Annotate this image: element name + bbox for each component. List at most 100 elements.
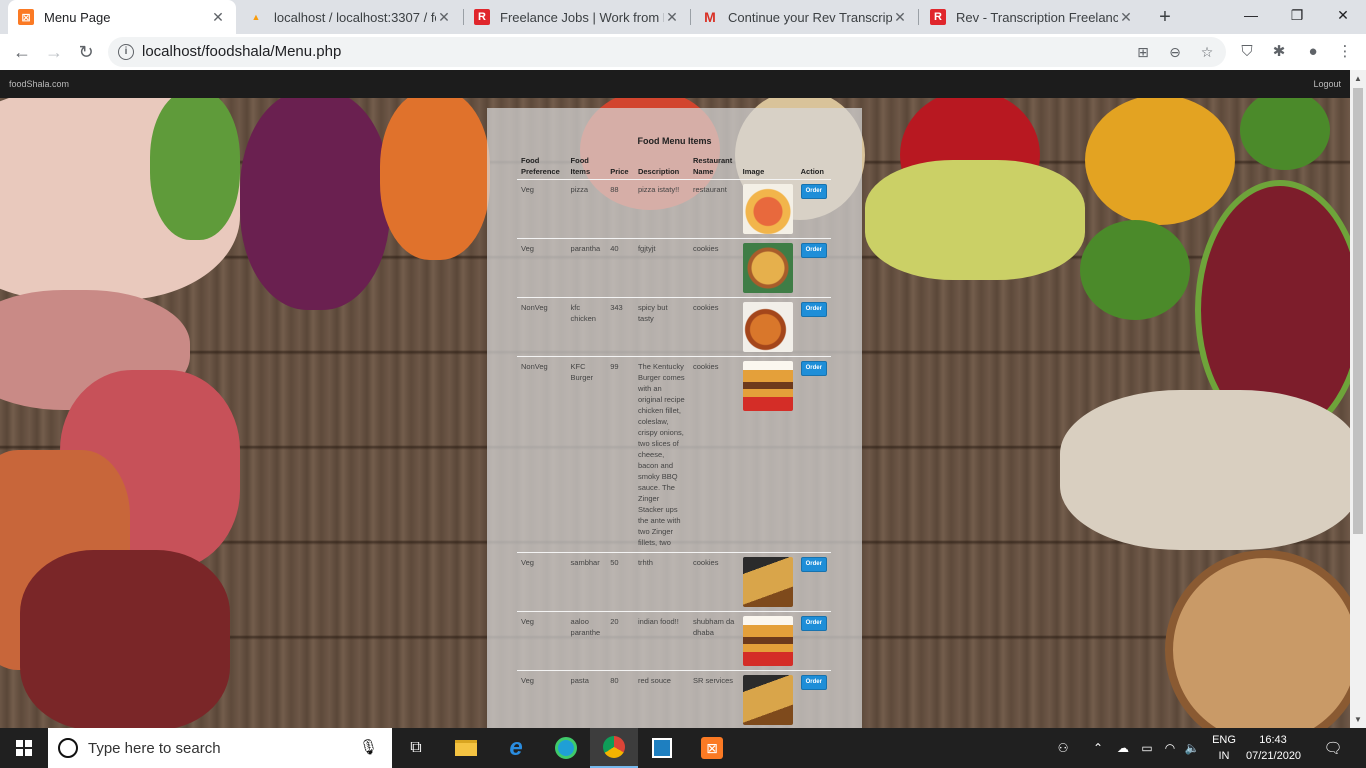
minimize-button[interactable]: — (1228, 0, 1274, 32)
close-icon[interactable]: ✕ (1118, 9, 1134, 26)
rice-image (1060, 390, 1350, 550)
reload-button[interactable]: ↻ (72, 38, 100, 66)
table-row: Veg pasta 80 red souce SR services Order (517, 670, 831, 728)
order-button[interactable]: Order (800, 557, 827, 572)
table-row: Veg sambhar 50 trhth cookies Order (517, 552, 831, 612)
taskbar-search-box[interactable]: Type here to search 🎙 (48, 728, 392, 768)
back-button[interactable]: ← (8, 38, 36, 66)
app-icon (652, 738, 672, 758)
chicken-food-image (742, 302, 793, 352)
shield-icon[interactable]: ⛉ (1236, 41, 1258, 63)
description-cell: pizza istaty!! (633, 179, 690, 239)
logout-link[interactable]: Logout (1313, 79, 1341, 89)
table-header-row: Food Preference Food Items Price Descrip… (517, 153, 831, 180)
food-preference-cell: Veg (517, 611, 567, 671)
internet-explorer-button[interactable]: e (492, 728, 540, 768)
bookmark-star-icon[interactable]: ☆ (1198, 43, 1216, 61)
site-brand-link[interactable]: foodShala.com (9, 79, 69, 89)
menu-table: Food Preference Food Items Price Descrip… (517, 153, 831, 728)
more-menu-icon[interactable]: ⋮ (1334, 41, 1356, 63)
order-button[interactable]: Order (800, 243, 827, 258)
address-bar[interactable]: i localhost/foodshala/Menu.php ⊞ ⊖ ☆ (108, 37, 1226, 67)
header-action: Action (800, 167, 824, 176)
restaurant-name-cell: cookies (689, 356, 739, 553)
price-cell: 99 (606, 356, 634, 553)
app-button[interactable] (638, 728, 686, 768)
description-cell: The Kentucky Burger comes with an origin… (633, 356, 690, 553)
close-icon[interactable]: ✕ (436, 9, 452, 26)
food-preference-cell: NonVeg (517, 297, 567, 357)
tab-rev-transcription[interactable]: R Rev - Transcription Freelancer A ✕ (920, 0, 1144, 34)
tab-separator (690, 9, 691, 25)
profile-avatar-icon[interactable]: ● (1302, 41, 1324, 63)
image-cell (738, 179, 797, 239)
onedrive-cloud-icon[interactable]: ☁ (1112, 728, 1134, 768)
people-icon[interactable]: ⚇ (1052, 728, 1074, 768)
cortana-icon (58, 738, 78, 758)
tab-phpmyadmin[interactable]: ▲ localhost / localhost:3307 / foo ✕ (238, 0, 462, 34)
maximize-button[interactable]: ❐ (1274, 0, 1320, 32)
price-cell: 80 (606, 670, 634, 728)
scroll-up-arrow-icon[interactable]: ▲ (1354, 74, 1362, 83)
tab-gmail[interactable]: M Continue your Rev Transcriptio ✕ (692, 0, 918, 34)
info-icon[interactable]: i (118, 44, 134, 60)
start-button[interactable] (0, 728, 48, 768)
food-item-cell: aaloo paranthe (566, 611, 607, 671)
edge-button[interactable] (542, 728, 590, 768)
rev-icon: R (474, 9, 490, 25)
battery-icon[interactable]: ▭ (1138, 728, 1156, 768)
order-button[interactable]: Order (800, 675, 827, 690)
close-icon[interactable]: ✕ (892, 9, 908, 26)
image-cell (738, 238, 797, 298)
action-cell: Order (796, 238, 831, 298)
search-placeholder: Type here to search (88, 740, 221, 757)
close-icon[interactable]: ✕ (210, 9, 226, 26)
page-viewport: foodShala.com Logout Food Menu Items Foo… (0, 70, 1350, 728)
image-cell (738, 552, 797, 612)
zoom-icon[interactable]: ⊖ (1166, 43, 1184, 61)
extensions-icon[interactable]: ✱ (1268, 41, 1290, 63)
language-indicator[interactable]: ENG IN (1208, 732, 1240, 764)
table-row: Veg parantha 40 fgjtyjt cookies Order (517, 238, 831, 298)
description-cell: fgjtyjt (633, 238, 690, 298)
order-button[interactable]: Order (800, 302, 827, 317)
task-view-button[interactable]: ⧉ (392, 728, 440, 768)
parantha-food-image (742, 243, 793, 293)
translate-icon[interactable]: ⊞ (1134, 43, 1152, 61)
oil-bottle-image (1085, 95, 1235, 225)
new-tab-button[interactable]: + (1152, 4, 1178, 30)
microphone-icon[interactable]: 🎙 (359, 738, 378, 756)
description-cell: indian food!! (633, 611, 690, 671)
order-button[interactable]: Order (800, 184, 827, 199)
region-code: IN (1218, 750, 1230, 762)
volume-icon[interactable]: 🔈 (1182, 728, 1202, 768)
tab-menu-page[interactable]: ⊠ Menu Page ✕ (8, 0, 236, 34)
order-button[interactable]: Order (800, 616, 827, 631)
order-button[interactable]: Order (800, 361, 827, 376)
price-cell: 20 (606, 611, 634, 671)
food-item-cell: pasta (566, 670, 607, 728)
forward-button[interactable]: → (40, 38, 68, 66)
action-cell: Order (796, 670, 831, 728)
wifi-icon[interactable]: ◠ (1160, 728, 1180, 768)
food-preference-cell: Veg (517, 238, 567, 298)
clock-time: 16:43 (1259, 734, 1287, 746)
page-scrollbar[interactable]: ▲ ▼ (1350, 70, 1366, 728)
show-hidden-icons-chevron-icon[interactable]: ⌃ (1090, 728, 1106, 768)
notification-center-icon[interactable]: 🗨 (1318, 728, 1348, 768)
language-code: ENG (1212, 734, 1236, 746)
food-item-cell: pizza (566, 179, 607, 239)
dosa-food-image (742, 675, 793, 725)
url-text[interactable]: localhost/foodshala/Menu.php (142, 43, 341, 60)
system-clock[interactable]: 16:43 07/21/2020 (1246, 732, 1301, 764)
file-explorer-button[interactable] (442, 728, 490, 768)
price-cell: 88 (606, 179, 634, 239)
chrome-button[interactable] (590, 728, 638, 768)
close-window-button[interactable]: ✕ (1320, 0, 1366, 32)
tab-freelance-jobs[interactable]: R Freelance Jobs | Work from Ho ✕ (464, 0, 690, 34)
scrollbar-thumb[interactable] (1353, 88, 1363, 534)
xampp-button[interactable]: ⊠ (688, 728, 736, 768)
scroll-down-arrow-icon[interactable]: ▼ (1354, 715, 1362, 724)
close-icon[interactable]: ✕ (664, 9, 680, 26)
food-item-cell: kfc chicken (566, 297, 607, 357)
